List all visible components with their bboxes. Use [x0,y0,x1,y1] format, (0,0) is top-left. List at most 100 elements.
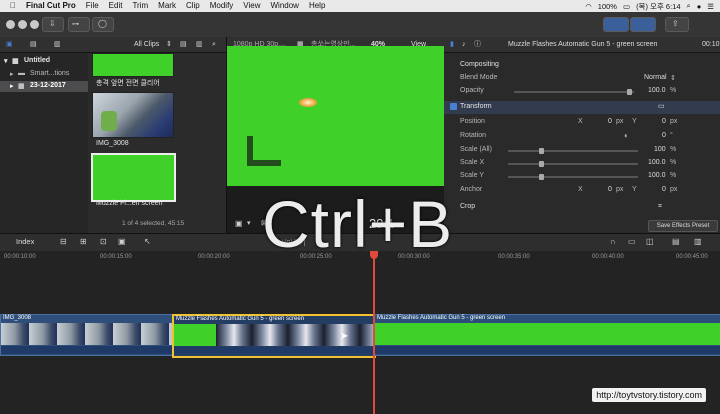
background-tasks-button[interactable]: ◯ [92,17,114,32]
position-y-value[interactable]: 0 [662,118,666,125]
scale-x-slider[interactable] [508,163,638,165]
anchor-x-value[interactable]: 0 [608,186,612,193]
close-window-button[interactable] [6,20,15,29]
inspector-toggle-button[interactable] [630,17,656,32]
effects-browser-icon[interactable]: ▥ [694,237,702,246]
menu-window[interactable]: Window [271,0,299,12]
param-name: Scale Y [460,172,484,179]
disclosure-right-icon[interactable]: ▸ [10,82,14,90]
menu-mark[interactable]: Mark [158,0,176,12]
insert-clip-icon[interactable]: ⊞ [80,237,87,246]
inspector: ▮ ♪ ⓘ Muzzle Flashes Automatic Gun 5 - g… [444,37,720,233]
index-button[interactable]: Index [16,237,34,246]
disclosure-right-icon[interactable]: ▸ [10,70,14,78]
chevron-updown-icon[interactable]: ⇕ [670,74,676,82]
filmstrip [216,324,374,346]
user-icon[interactable]: ● [697,2,702,11]
scale-x-knob[interactable] [539,161,544,167]
scale-y-slider[interactable] [508,176,638,178]
search-icon[interactable]: ⌕ [687,1,691,11]
snapping-icon[interactable]: ◫ [646,237,654,246]
menu-modify[interactable]: Modify [210,0,234,12]
disclosure-down-icon[interactable]: ▾ [4,57,8,65]
wifi-icon[interactable]: ◠ [585,2,592,11]
anchor-y-value[interactable]: 0 [662,186,666,193]
blend-mode-select[interactable]: Normal [644,74,667,81]
audio-waveform [375,346,720,354]
transform-section[interactable]: Transform ▭ [444,101,720,114]
filmstrip-icon[interactable]: ▥ [196,37,203,52]
battery-icon[interactable]: ▭ [623,2,630,11]
apple-icon[interactable]:  [10,0,16,12]
checkbox-checked[interactable] [450,103,457,110]
chevron-down-icon[interactable]: ▾ [247,219,251,227]
audio-skimming-icon[interactable]: ∩ [610,237,616,246]
clip-caption: IMG_3008 [96,140,129,147]
scale-x-value[interactable]: 100.0 [648,159,666,166]
opacity-knob[interactable] [627,89,632,95]
chevron-updown-icon[interactable]: ⇕ [166,37,172,52]
timeline-clip-img3008[interactable]: IMG_3008 [0,314,174,356]
photos-icon[interactable]: ▤ [30,37,37,52]
clip-appearance-icon[interactable]: ▤ [180,37,187,52]
timeline-clip-muzzle[interactable]: Muzzle Flashes Automatic Gun 5 - green s… [374,314,720,356]
playhead[interactable] [373,251,375,414]
append-clip-icon[interactable]: ⊡ [100,237,107,246]
zoom-window-button[interactable] [30,20,39,29]
share-button[interactable]: ⇪ [665,17,689,32]
select-tool-icon[interactable]: ↖ [144,237,151,246]
menu-trim[interactable]: Trim [132,0,148,12]
info-inspector-icon[interactable]: ⓘ [474,37,481,52]
layout-button[interactable] [603,17,629,32]
connect-clip-icon[interactable]: ⊟ [60,237,67,246]
clock[interactable]: (목) 오후 6:14 [636,1,680,12]
position-x-value[interactable]: 0 [608,118,612,125]
scale-all-value[interactable]: 100 [654,146,666,153]
overwrite-clip-icon[interactable]: ▣ [118,237,126,246]
audio-inspector-icon[interactable]: ♪ [462,37,466,52]
view-options-icon[interactable]: ▣ [235,219,243,228]
libraries-icon[interactable]: ▣ [6,37,13,52]
keywords-button[interactable]: ⊶ [68,17,90,32]
crop-icon[interactable]: ⌗ [658,203,662,211]
video-inspector-icon[interactable]: ▮ [450,37,454,52]
filmstrip [1,323,173,345]
notification-icon[interactable]: ☰ [707,2,714,11]
menu-clip[interactable]: Clip [186,0,200,12]
menu-app[interactable]: Final Cut Pro [26,0,76,12]
save-effects-preset-button[interactable]: Save Effects Preset [648,220,718,232]
scale-y-value[interactable]: 100.0 [648,172,666,179]
menu-help[interactable]: Help [309,0,325,12]
clip-thumbnail-img3008[interactable] [92,92,174,138]
scale-y-knob[interactable] [539,174,544,180]
share-icon: ⇪ [672,19,679,28]
browser-header: All Clips ⇕ ▤ ▥ ⌕ [88,37,226,53]
unit: % [670,146,677,153]
opacity-unit: % [670,87,677,94]
solo-icon[interactable]: ▭ [628,237,636,246]
opacity-slider[interactable] [514,91,634,93]
menu-edit[interactable]: Edit [109,0,123,12]
titles-icon[interactable]: ▥ [54,37,61,52]
onscreen-controls-icon[interactable]: ▭ [658,102,665,110]
library-event-selected[interactable]: ▸ ▦ 23-12-2017 [0,81,88,92]
all-clips-filter[interactable]: All Clips [134,37,159,52]
clip-thumbnail-muzzle-selected[interactable] [91,153,176,202]
rotation-dial-icon[interactable]: ◐ [624,131,629,140]
rotation-value[interactable]: 0 [662,132,666,139]
menu-file[interactable]: File [86,0,99,12]
clip-thumbnail-greenscreen[interactable] [92,53,174,77]
menu-view[interactable]: View [243,0,260,12]
minimize-window-button[interactable] [18,20,27,29]
libraries-header: ▣ ▤ ▥ [0,37,88,53]
param-name: Opacity [460,87,484,94]
axis-x-label: X [578,118,583,125]
search-icon[interactable]: ⌕ [212,37,216,52]
opacity-value[interactable]: 100.0 [648,87,666,94]
scale-knob[interactable] [539,148,544,154]
unit: px [616,186,624,193]
ruler-tick: 00:00:10:00 [4,254,36,260]
clip-appearance-icon[interactable]: ▤ [672,237,680,246]
scale-slider[interactable] [508,150,638,152]
import-button[interactable]: ⇩ [42,17,64,32]
